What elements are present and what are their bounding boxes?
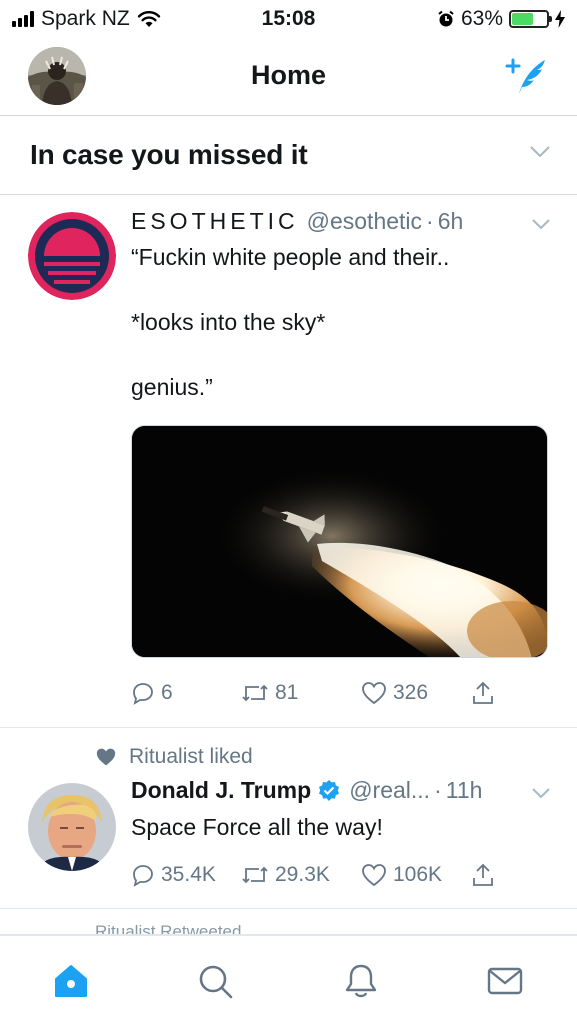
tweet-avatar[interactable] xyxy=(28,783,116,871)
social-context-label: Ritualist liked xyxy=(129,745,253,768)
reply-button[interactable]: 35.4K xyxy=(131,863,241,887)
tweet-handle[interactable]: @real... xyxy=(349,777,430,804)
status-right: 63% xyxy=(437,7,565,31)
tweet-separator: · xyxy=(434,777,442,803)
messages-icon[interactable] xyxy=(486,962,524,1000)
tweet-actions: 6 81 326 xyxy=(131,680,517,706)
retweet-count: 29.3K xyxy=(275,863,330,886)
chevron-down-icon[interactable] xyxy=(531,787,551,799)
tweet[interactable]: Ritualist liked Donald J. Trump @real...… xyxy=(0,729,577,909)
reply-icon xyxy=(133,865,153,887)
heart-icon xyxy=(96,748,116,766)
tab-bar xyxy=(0,935,577,1024)
timeline-section-header[interactable]: In case you missed it xyxy=(0,117,577,195)
retweet-icon xyxy=(242,684,268,702)
tweet-time: 11h xyxy=(445,777,483,803)
share-button[interactable] xyxy=(471,680,495,706)
compose-tweet-icon[interactable] xyxy=(505,54,549,98)
tweet-handle[interactable]: @esothetic xyxy=(307,208,422,235)
like-count: 326 xyxy=(393,681,429,704)
retweet-count: 81 xyxy=(275,681,299,704)
heart-icon xyxy=(362,682,386,705)
tweet-text: Space Force all the way! xyxy=(131,814,383,840)
tweet-author-name[interactable]: ESOTHETIC xyxy=(131,208,299,235)
search-icon[interactable] xyxy=(196,962,234,1000)
reply-count: 6 xyxy=(161,681,173,704)
battery-icon xyxy=(509,10,552,28)
retweet-button[interactable]: 29.3K xyxy=(241,863,361,887)
tweet[interactable]: ESOTHETIC @esothetic · 6h “Fuckin white … xyxy=(0,196,577,728)
retweet-icon xyxy=(242,866,268,884)
section-title: In case you missed it xyxy=(30,139,308,170)
tweet-text: “Fuckin white people and their.. *looks … xyxy=(131,244,450,400)
share-button[interactable] xyxy=(471,862,495,888)
rocket-launch-photo[interactable] xyxy=(131,425,548,658)
chevron-down-icon[interactable] xyxy=(529,145,551,159)
tweet-header: ESOTHETIC @esothetic · 6h xyxy=(131,208,557,235)
notifications-icon[interactable] xyxy=(342,962,380,1000)
reply-count: 35.4K xyxy=(161,863,216,886)
like-button[interactable]: 326 xyxy=(361,681,471,705)
heart-icon xyxy=(362,864,386,887)
reply-icon xyxy=(133,683,153,705)
alarm-icon xyxy=(438,10,454,27)
tweet-author-name[interactable]: Donald J. Trump xyxy=(131,777,311,804)
battery-percent: 63% xyxy=(460,7,503,30)
verified-badge-icon xyxy=(319,779,340,801)
retweet-button[interactable]: 81 xyxy=(241,681,361,705)
reply-button[interactable]: 6 xyxy=(131,681,241,705)
like-button[interactable]: 106K xyxy=(361,863,471,887)
share-icon xyxy=(473,681,493,704)
page-title: Home xyxy=(250,60,326,90)
tweet-avatar[interactable] xyxy=(28,212,116,300)
tweet-header: Donald J. Trump @real... · 11h xyxy=(131,777,557,804)
nav-bar: Home xyxy=(0,38,577,116)
social-context: Ritualist liked xyxy=(95,745,253,769)
tweet-separator: · xyxy=(426,208,434,234)
like-count: 106K xyxy=(393,863,443,886)
tweet-time: 6h xyxy=(437,208,464,234)
status-bar: Spark NZ 15:08 63% xyxy=(0,0,577,38)
charging-icon xyxy=(555,10,565,28)
tweet-actions: 35.4K 29.3K 106K xyxy=(131,862,517,888)
home-icon[interactable] xyxy=(52,962,90,1000)
share-icon xyxy=(473,863,493,886)
chevron-down-icon[interactable] xyxy=(531,218,551,230)
